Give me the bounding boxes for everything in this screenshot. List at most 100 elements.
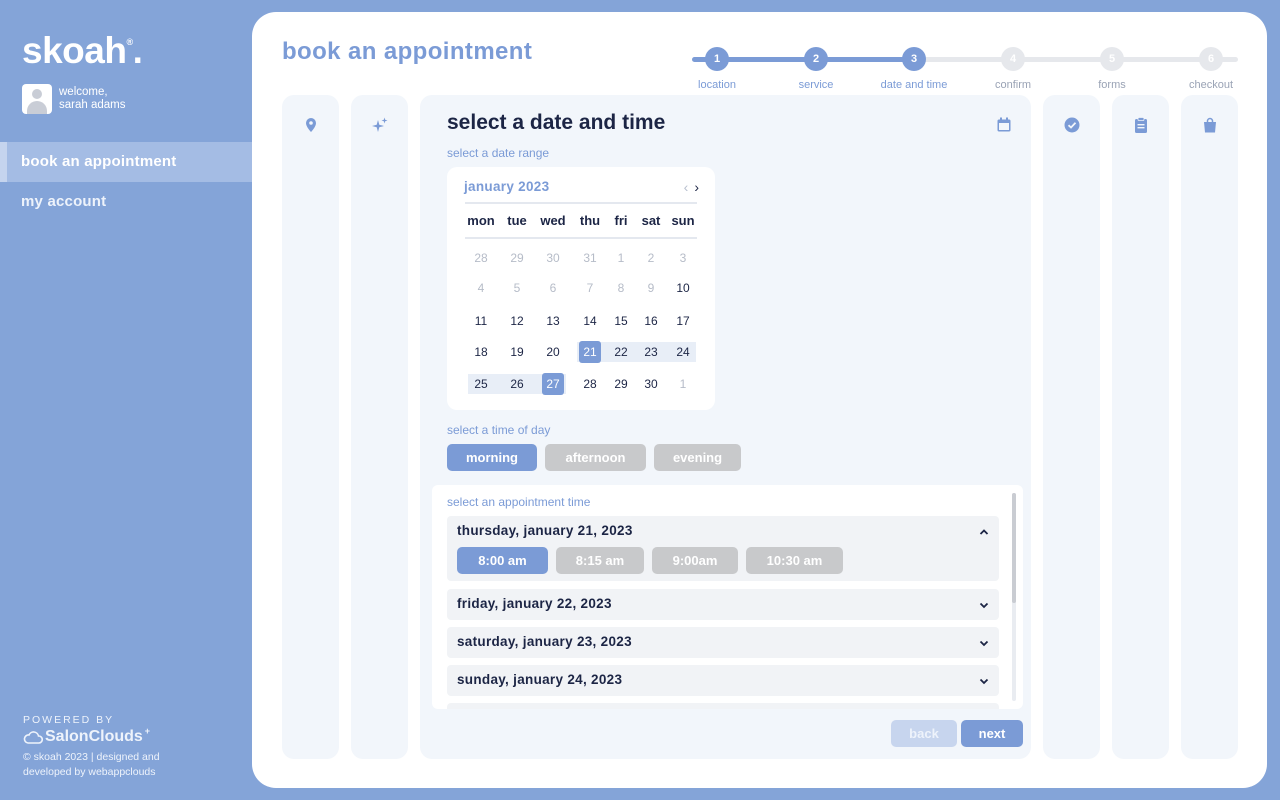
- copyright: © skoah 2023 | designed and developed by…: [23, 751, 160, 778]
- panel-forms[interactable]: [1112, 95, 1169, 759]
- appointment-day-row[interactable]: friday, january 22, 2023: [447, 589, 999, 620]
- calendar-day[interactable]: 22: [610, 341, 632, 363]
- calendar-day[interactable]: 20: [542, 341, 564, 363]
- powered-by-label: POWERED BY: [23, 714, 115, 726]
- calendar-day: 31: [583, 251, 597, 265]
- nav-book-appointment[interactable]: book an appointment: [0, 142, 252, 182]
- salonclouds-logo[interactable]: SalonClouds +: [23, 726, 193, 746]
- calendar-day-selected[interactable]: 27: [542, 373, 564, 395]
- calendar-next-button[interactable]: ›: [694, 179, 699, 195]
- panel-confirm[interactable]: [1043, 95, 1100, 759]
- calendar-day[interactable]: 13: [542, 310, 564, 332]
- calendar-day[interactable]: 10: [672, 277, 694, 299]
- calendar-day[interactable]: 14: [579, 310, 601, 332]
- user-name: sarah adams: [59, 99, 126, 111]
- calendar-day[interactable]: 28: [579, 373, 601, 395]
- calendar-day: 29: [510, 251, 524, 265]
- calendar-day: 30: [546, 251, 560, 265]
- weekday-label: fri: [614, 213, 628, 228]
- calendar-day[interactable]: 12: [506, 310, 528, 332]
- appointment-day-row[interactable]: sunday, january 24, 2023: [447, 665, 999, 696]
- step-4-circle[interactable]: 4: [1001, 47, 1025, 71]
- panel-checkout[interactable]: [1181, 95, 1238, 759]
- calendar-day[interactable]: 16: [640, 310, 662, 332]
- scrollbar-thumb[interactable]: [1012, 493, 1016, 603]
- step-3-label: date and time: [880, 79, 948, 91]
- date-range-hint: select a date range: [447, 146, 550, 160]
- section-title: select a date and time: [447, 111, 666, 134]
- panel-service[interactable]: [351, 95, 408, 759]
- time-slot-button[interactable]: 10:30 am: [746, 547, 843, 574]
- time-slot-button[interactable]: 8:15 am: [556, 547, 644, 574]
- chevron-down-icon[interactable]: [979, 676, 989, 686]
- morning-button[interactable]: morning: [447, 444, 537, 471]
- chevron-down-icon[interactable]: [979, 600, 989, 610]
- afternoon-button[interactable]: afternoon: [545, 444, 646, 471]
- calendar-day[interactable]: 11: [470, 310, 492, 332]
- step-3-circle[interactable]: 3: [902, 47, 926, 71]
- appointment-hint: select an appointment time: [447, 495, 591, 509]
- calendar-divider: [465, 237, 697, 239]
- shopping-bag-icon: [1203, 117, 1216, 133]
- progress-stepper: 1 location 2 service 3 date and time 4 confirm 5…: [692, 34, 1238, 94]
- time-slot-button[interactable]: 9:00am: [652, 547, 738, 574]
- weekday-label: sat: [641, 213, 661, 228]
- clipboard-icon: [1134, 117, 1147, 133]
- appointment-day-row[interactable]: saturday, january 23, 2023: [447, 627, 999, 658]
- calendar-day[interactable]: 17: [672, 310, 694, 332]
- calendar-day[interactable]: 25: [470, 373, 492, 395]
- skoah-logo[interactable]: skoah®.: [22, 30, 143, 72]
- step-2-label: service: [798, 79, 834, 91]
- calendar-day[interactable]: 29: [610, 373, 632, 395]
- date-time-panel: select a date and time select a date ran…: [420, 95, 1031, 759]
- stepper-track-todo: [914, 57, 1238, 62]
- calendar-day[interactable]: 23: [640, 341, 662, 363]
- calendar-day: 7: [586, 281, 594, 295]
- weekday-label: tue: [507, 213, 527, 228]
- calendar-day[interactable]: 26: [506, 373, 528, 395]
- check-circle-icon: [1064, 117, 1079, 133]
- time-of-day-hint: select a time of day: [447, 423, 551, 437]
- step-6-circle[interactable]: 6: [1199, 47, 1223, 71]
- evening-button[interactable]: evening: [654, 444, 741, 471]
- main-card: book an appointment 1 location 2 service 3 da…: [252, 12, 1267, 788]
- sparkle-icon: [371, 117, 387, 132]
- calendar-prev-button[interactable]: ‹: [684, 179, 689, 195]
- cloud-icon: [23, 730, 43, 744]
- calendar-day: 3: [679, 251, 687, 265]
- calendar-day[interactable]: 30: [640, 373, 662, 395]
- calendar-day-selected[interactable]: 21: [579, 341, 601, 363]
- calendar-divider: [465, 202, 697, 204]
- avatar: [22, 84, 52, 114]
- calendar-day: 1: [617, 251, 625, 265]
- step-6-label: checkout: [1188, 79, 1234, 91]
- time-slot-button[interactable]: 8:00 am: [457, 547, 548, 574]
- nav-my-account[interactable]: my account: [0, 182, 252, 222]
- appointment-day-row[interactable]: thursday, january 21, 2023 8:00 am 8:15 …: [447, 516, 999, 581]
- calendar-day[interactable]: 15: [610, 310, 632, 332]
- appointment-day-row[interactable]: [447, 703, 999, 709]
- weekday-label: mon: [467, 213, 495, 228]
- next-button[interactable]: next: [961, 720, 1023, 747]
- appointment-date: thursday, january 21, 2023: [457, 523, 633, 538]
- panel-location[interactable]: [282, 95, 339, 759]
- calendar-day: 4: [477, 281, 485, 295]
- step-4-label: confirm: [994, 79, 1032, 91]
- calendar-day[interactable]: 19: [506, 341, 528, 363]
- calendar-day[interactable]: 24: [672, 341, 694, 363]
- calendar-day: 9: [647, 281, 655, 295]
- appointment-date: saturday, january 23, 2023: [457, 634, 632, 649]
- calendar-day: 6: [549, 281, 557, 295]
- step-5-label: forms: [1098, 79, 1126, 91]
- chevron-up-icon[interactable]: [979, 527, 989, 537]
- calendar-day[interactable]: 18: [470, 341, 492, 363]
- chevron-down-icon[interactable]: [979, 638, 989, 648]
- appointment-date: friday, january 22, 2023: [457, 596, 612, 611]
- appointment-date: sunday, january 24, 2023: [457, 672, 623, 687]
- step-2-circle[interactable]: 2: [804, 47, 828, 71]
- step-1-circle[interactable]: 1: [705, 47, 729, 71]
- weekday-label: wed: [540, 213, 566, 228]
- page-title: book an appointment: [282, 38, 533, 65]
- step-5-circle[interactable]: 5: [1100, 47, 1124, 71]
- back-button[interactable]: back: [891, 720, 957, 747]
